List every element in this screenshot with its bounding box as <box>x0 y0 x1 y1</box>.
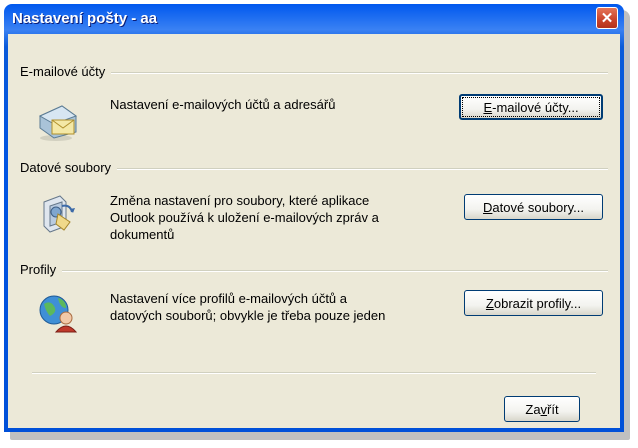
close-label-pre: Za <box>525 401 541 417</box>
show-profiles-label-rest: obrazit profily... <box>493 295 582 311</box>
email-accounts-accel: E <box>483 99 493 115</box>
data-files-button[interactable]: Datové soubory... <box>464 194 603 220</box>
email-accounts-icon <box>36 98 80 142</box>
show-profiles-button-label: Zobrazit profily... <box>486 296 581 311</box>
profiles-description-line-2: datových souborů; obvykle je třeba pouze… <box>110 308 386 323</box>
data-files-icon <box>36 192 80 236</box>
email-accounts-label-rest: -mailové účty... <box>492 99 579 115</box>
email-accounts-button[interactable]: E-mailové účty... <box>459 94 603 120</box>
close-icon: ✕ <box>600 9 614 27</box>
datafiles-description-line-2: Outlook používá k uložení e-mailových zp… <box>110 210 379 225</box>
close-window-button[interactable]: ✕ <box>596 7 618 29</box>
accounts-description-line: Nastavení e-mailových účtů a adresářů <box>110 97 336 112</box>
group-line-profiles <box>20 270 608 272</box>
title-bar[interactable]: Nastavení pošty - aa ✕ <box>8 4 620 32</box>
dialog-client-area: E-mailové účty Nastavení e-mailových účt… <box>8 34 620 428</box>
show-profiles-button[interactable]: Zobrazit profily... <box>464 290 603 316</box>
close-button-label: Zavřít <box>525 402 558 417</box>
data-files-accel: D <box>483 199 493 215</box>
profiles-description-line-1: Nastavení více profilů e-mailových účtů … <box>110 291 347 306</box>
datafiles-description: Změna nastavení pro soubory, které aplik… <box>110 192 379 243</box>
profiles-description: Nastavení více profilů e-mailových účtů … <box>110 290 385 324</box>
show-profiles-accel: Z <box>485 295 494 311</box>
close-button[interactable]: Zavřít <box>504 396 580 422</box>
close-label-post: řít <box>547 401 559 417</box>
datafiles-description-line-3: dokumentů <box>110 227 175 242</box>
data-files-button-label: Datové soubory... <box>483 200 584 215</box>
footer-separator <box>32 372 596 374</box>
group-label-datafiles: Datové soubory <box>20 160 118 175</box>
profiles-icon <box>36 290 80 334</box>
window-title: Nastavení pošty - aa <box>12 9 158 27</box>
datafiles-description-line-1: Změna nastavení pro soubory, které aplik… <box>110 193 370 208</box>
accounts-description: Nastavení e-mailových účtů a adresářů <box>110 96 335 113</box>
group-label-accounts: E-mailové účty <box>20 64 112 79</box>
email-accounts-button-label: E-mailové účty... <box>483 100 578 115</box>
data-files-label-rest: atové soubory... <box>492 199 584 215</box>
group-label-profiles: Profily <box>20 262 63 277</box>
mail-setup-dialog: Nastavení pošty - aa ✕ E-mailové účty Na… <box>4 4 624 432</box>
